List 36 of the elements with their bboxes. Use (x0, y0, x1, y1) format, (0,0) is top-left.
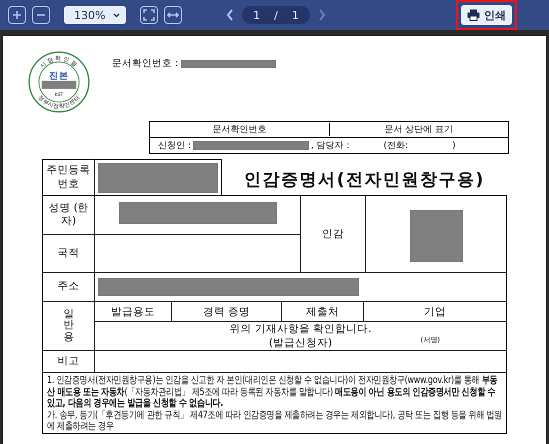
fit-width-button[interactable] (164, 6, 182, 24)
address-label: 주소 (43, 273, 95, 301)
issue-purpose-value: 경력 증명 (171, 302, 281, 321)
general-use-label: 일반용 (63, 308, 74, 344)
phone-close-label: ) (452, 140, 456, 150)
stamp-center-text: 진본 (48, 70, 70, 82)
nationality-label: 국적 (43, 234, 95, 272)
name-label: 성명 (한자) (43, 196, 95, 234)
issue-purpose-label: 발급용도 (110, 304, 156, 320)
id-number-label: 주민등록 번호 (43, 160, 95, 195)
notice-paragraph: 가. 송무, 등기(「후견등기에 관한 규칙」 제47조에 따라 인감증명을 제출하려는 경우는 제외합니다), 공탁 또는 집행 등을 위해 법원에 제출하려는 경우 (47, 410, 503, 432)
remarks-label: 비고 (43, 351, 95, 372)
fit-page-icon (143, 9, 155, 21)
phone-label: (전화: (384, 140, 408, 152)
page-indicator: 1 / 1 (242, 6, 310, 24)
applicant-text: (발급신청자) (268, 336, 332, 350)
document-title: 인감증명서(전자민원창구용) (243, 168, 486, 190)
zoom-dropdown[interactable]: 130% (64, 6, 126, 24)
recipient-value: 기업 (363, 302, 506, 321)
caret-icon (113, 12, 120, 18)
redaction-bar (410, 210, 462, 262)
confirmation-text: 위의 기재사항을 확인합니다. (229, 322, 372, 336)
recipient-label: 제출처 (281, 302, 363, 321)
applicant-label: 신청인 : (158, 140, 191, 152)
plus-icon (11, 9, 23, 21)
notice-paragraph: 1. 인감증명서(전자민원창구용)는 인감을 신고한 자 본인(대리인은 신청할 수 없습니다)이 전자민원창구(www.gov.kr)를 통해 부동산 매도용 또는 자동차(「자동차관리법」 제5조에 따라 등록된 자동차를 말합니다) 매도용이 아닌 용도의 인감증명서만 신청할 수 있고, 다음의 경우에는 발급을 신청할 수 없습니다. (47, 375, 498, 410)
fit-page-button[interactable] (140, 6, 158, 24)
table-cell-text: 문서확인번호 (211, 124, 268, 136)
table-cell: 문서 상단에 표기 (328, 123, 508, 136)
seal-label: 인감 (300, 196, 365, 272)
zoom-in-button[interactable] (8, 6, 26, 24)
verification-number-label: 문서확인번호 : (112, 57, 178, 70)
staff-label: , 담당자 : (310, 140, 350, 152)
zoom-out-button[interactable] (32, 6, 50, 24)
printer-icon (467, 9, 480, 21)
print-button[interactable]: 인쇄 (461, 5, 512, 25)
